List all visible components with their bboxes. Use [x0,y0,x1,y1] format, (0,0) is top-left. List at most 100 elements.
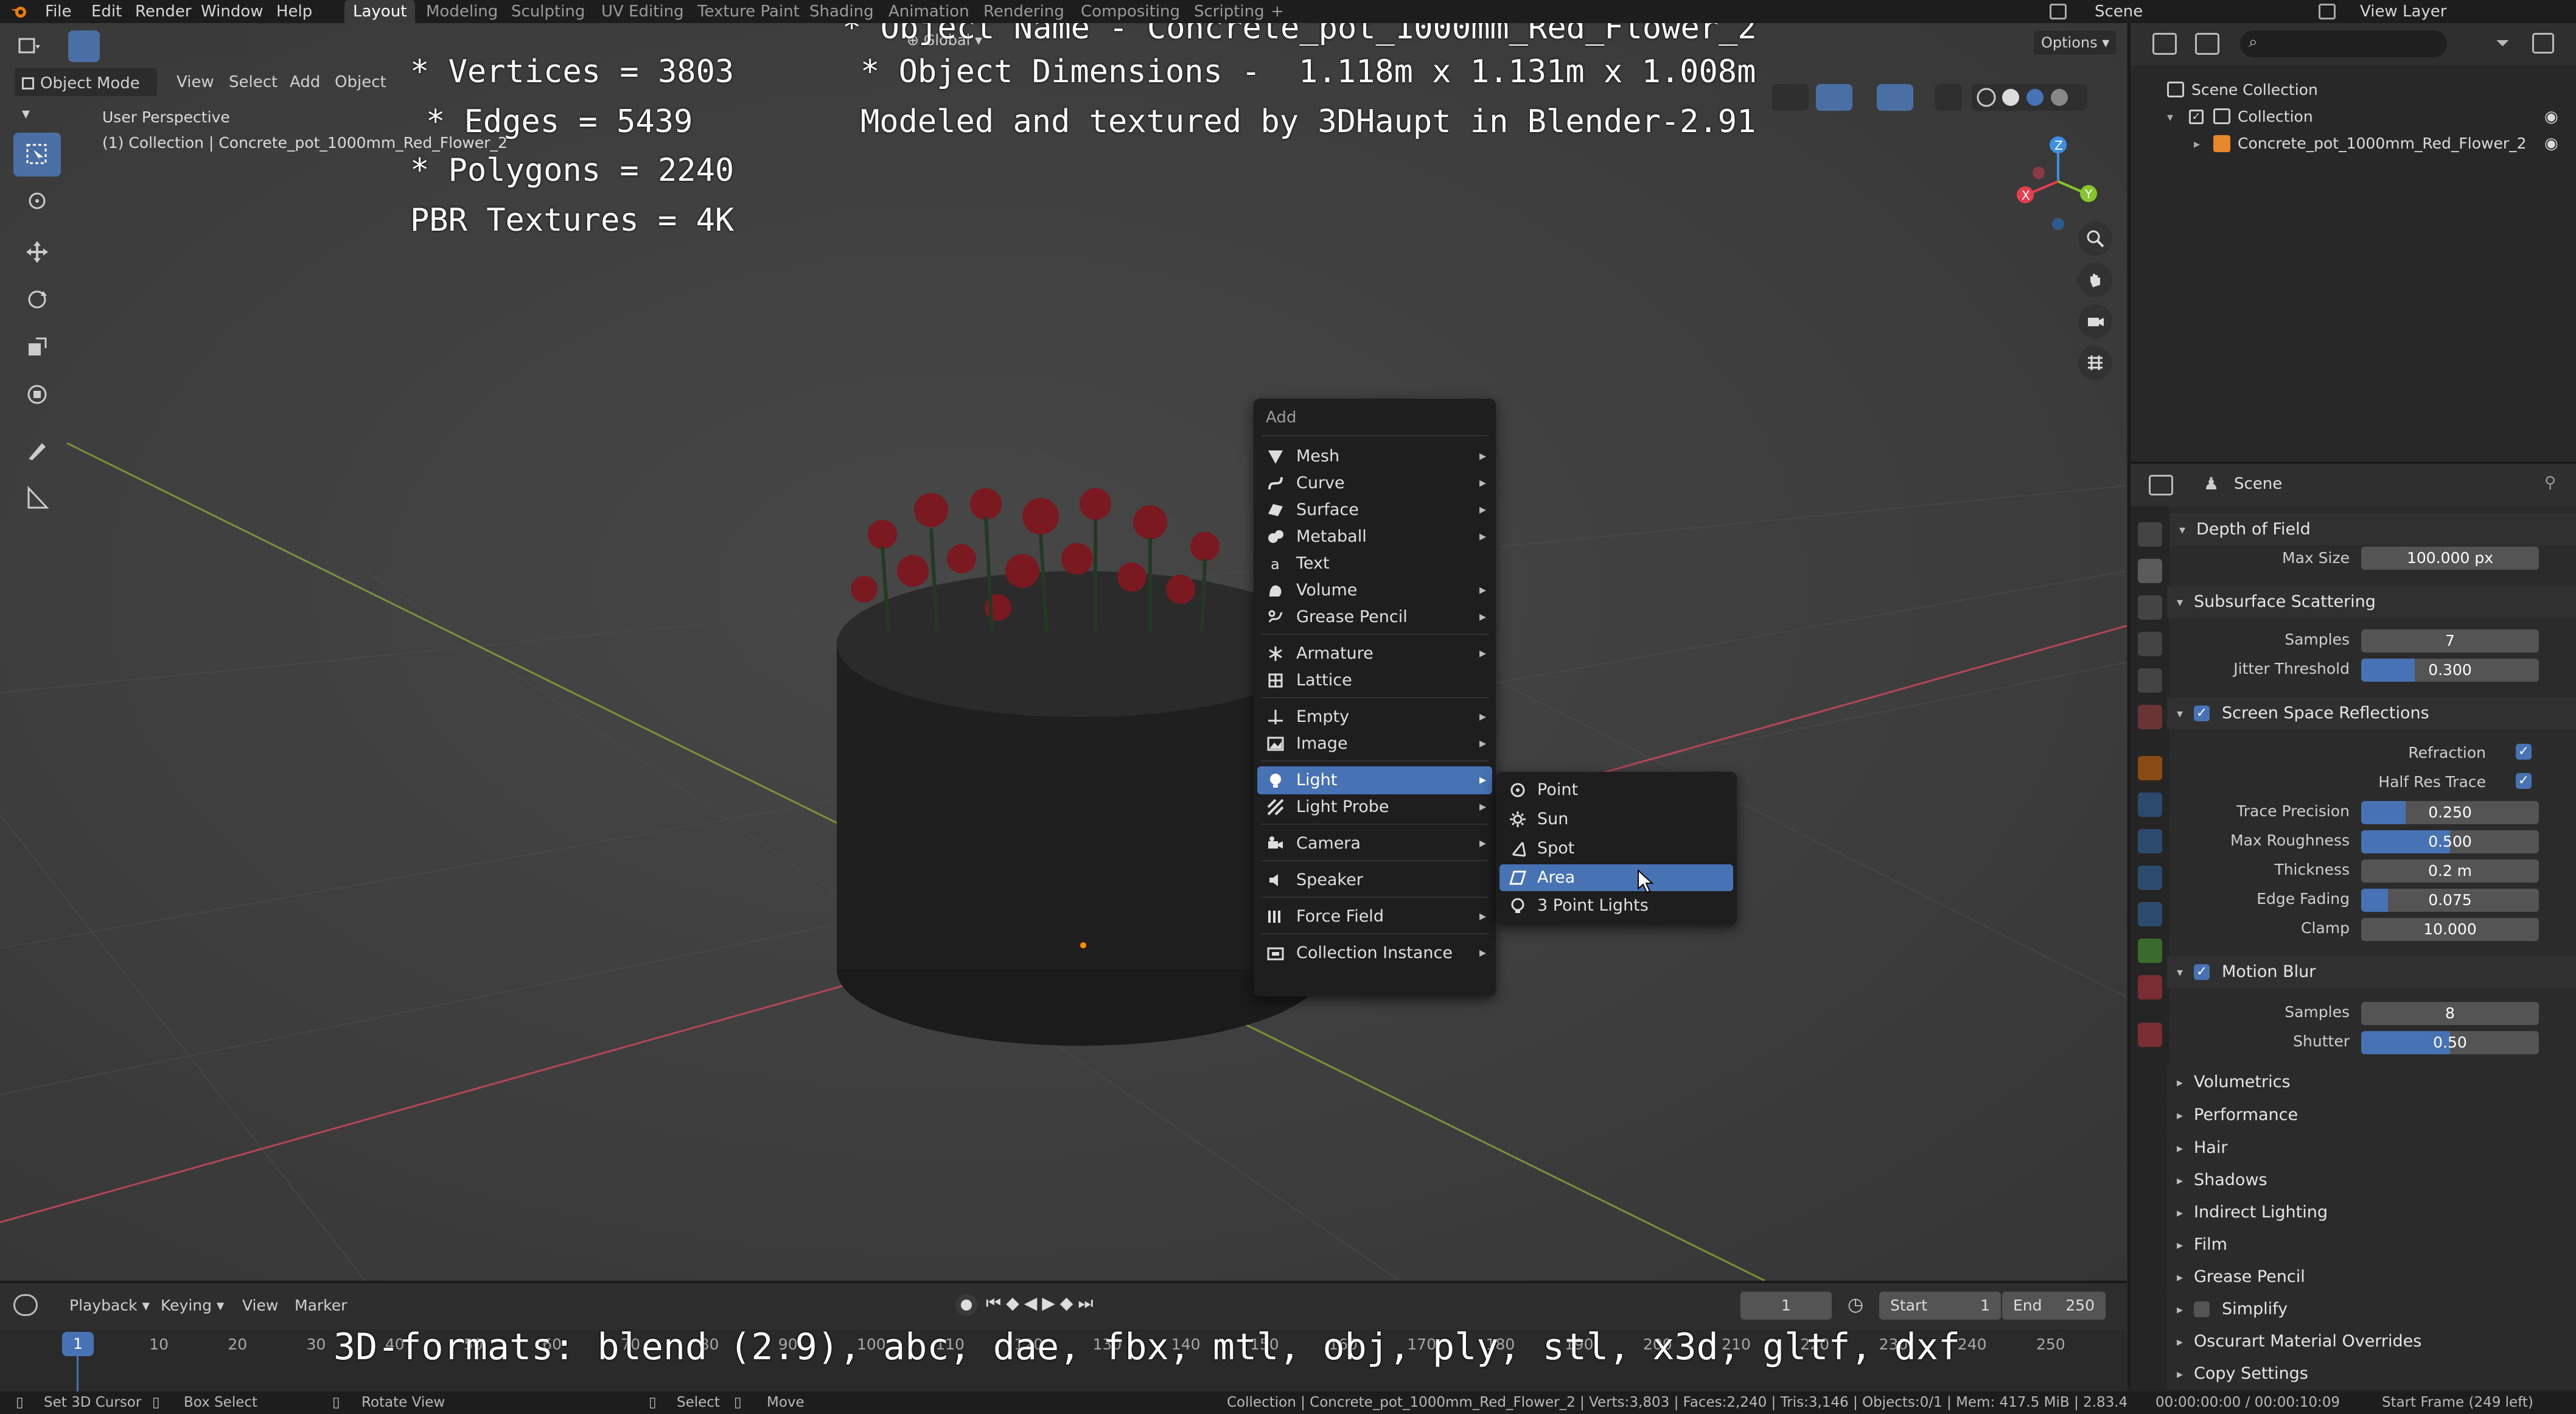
properties-editor-type-icon[interactable] [2149,475,2173,495]
tab-scripting[interactable]: Scripting [1185,0,1273,23]
view-menu[interactable]: View [169,67,222,97]
object-tab-icon[interactable] [2138,756,2162,780]
menu-item-force-field[interactable]: Force Field ▸ [1257,903,1492,931]
gizmo-toggle-icon[interactable] [1816,84,1852,111]
material-tab-icon[interactable] [2138,975,2162,999]
marker-menu[interactable]: Marker [295,1297,347,1314]
menu-help[interactable]: Help [276,0,312,23]
view-layer-tab-icon[interactable] [2138,632,2162,656]
menu-file[interactable]: File [45,0,72,23]
pin-icon[interactable]: ⚲ [2544,474,2556,492]
outliner-row-collection[interactable]: ▾ ✓ Collection ◉ [2131,103,2576,130]
overlay-toggle-icon[interactable] [1877,84,1913,111]
mode-dropdown[interactable]: Object Mode ▾ [13,67,158,123]
display-mode-icon[interactable] [2195,33,2219,55]
transform-tool-icon[interactable] [13,373,61,416]
outliner-editor-type-icon[interactable] [2152,33,2177,55]
panel-copy-settings[interactable]: ▸ Copy Settings [2167,1358,2576,1390]
submenu-item-spot[interactable]: Spot [1499,835,1733,862]
menu-item-lattice[interactable]: Lattice [1257,667,1492,695]
simplify-checkbox[interactable] [2194,1301,2210,1317]
add-menu-button[interactable]: Add [282,67,327,97]
jitter-threshold-slider[interactable]: 0.300 [2361,659,2539,682]
add-workspace-icon[interactable]: + [1271,0,1284,23]
menu-item-speaker[interactable]: Speaker [1257,866,1492,894]
refraction-checkbox[interactable]: ✓ [2516,744,2532,760]
panel-simplify[interactable]: ▸ Simplify [2167,1293,2576,1325]
options-dropdown[interactable]: Options ▾ [2033,29,2118,56]
cursor-tool-icon[interactable] [13,179,61,223]
tab-sculpting[interactable]: Sculpting [503,0,593,23]
menu-item-light[interactable]: Light ▸ [1257,766,1492,794]
expand-arrow-icon[interactable]: ▸ [2194,130,2200,157]
tab-texture-paint[interactable]: Texture Paint [689,0,808,23]
tab-layout[interactable]: Layout [344,0,416,23]
menu-item-collection-instance[interactable]: Collection Instance ▸ [1257,939,1492,967]
playhead[interactable]: 1 [62,1332,94,1356]
clamp-field[interactable]: 10.000 [2361,918,2539,941]
panel-performance[interactable]: ▸ Performance [2167,1099,2576,1131]
clock-icon[interactable]: ◷ [1848,1294,1863,1315]
tab-uv-editing[interactable]: UV Editing [593,0,693,23]
start-frame-field[interactable]: Start 1 [1879,1292,2001,1320]
playback-menu[interactable]: Playback ▾ [69,1297,150,1314]
collection-checkbox[interactable]: ✓ [2189,110,2204,124]
measure-tool-icon[interactable] [13,476,61,520]
menu-item-armature[interactable]: Armature ▸ [1257,640,1492,668]
ssr-enable-checkbox[interactable]: ✓ [2194,705,2210,721]
submenu-item-point[interactable]: Point [1499,777,1733,803]
keying-menu[interactable]: Keying ▾ [161,1297,224,1314]
max-roughness-slider[interactable]: 0.500 [2361,830,2539,853]
navigation-gizmo[interactable]: Z Y X [2008,131,2100,235]
timeline-editor-type-icon[interactable] [13,1294,38,1316]
outliner-row-object[interactable]: ▸ Concrete_pot_1000mm_Red_Flower_2 ◉ [2131,130,2576,157]
shading-mode-icons[interactable] [1972,84,2087,111]
menu-item-surface[interactable]: Surface ▸ [1257,496,1492,524]
zoom-icon[interactable] [2078,222,2112,256]
outliner-row-scene-collection[interactable]: Scene Collection [2131,77,2576,103]
tool-tab-icon[interactable] [2138,522,2162,547]
tab-compositing[interactable]: Compositing [1072,0,1189,23]
thickness-field[interactable]: 0.2 m [2361,859,2539,883]
menu-item-light-probe[interactable]: Light Probe ▸ [1257,793,1492,821]
menu-item-empty[interactable]: Empty ▸ [1257,703,1492,731]
menu-item-grease-pencil[interactable]: Grease Pencil ▸ [1257,603,1492,631]
playback-controls-icons[interactable]: ⏮◆◀▶◆⏭ [986,1293,1098,1314]
texture-tab-icon[interactable] [2138,1023,2162,1047]
menu-item-mesh[interactable]: Mesh ▸ [1257,443,1492,471]
panel-depth-of-field[interactable]: ▾ Depth of Field [2169,514,2576,545]
scene-selector-icon[interactable] [2050,4,2067,19]
select-menu[interactable]: Select [222,67,285,97]
half-res-trace-checkbox[interactable]: ✓ [2516,773,2532,789]
select-tool-icon[interactable] [68,30,100,62]
submenu-item-area[interactable]: Area [1499,864,1733,891]
tab-shading[interactable]: Shading [801,0,882,23]
menu-edit[interactable]: Edit [91,0,122,23]
outliner-search-input[interactable]: ⌕ [2240,30,2447,57]
selection-mode-icons[interactable] [117,30,251,62]
camera-view-icon[interactable] [2078,304,2112,338]
shutter-slider[interactable]: 0.50 [2361,1031,2539,1054]
submenu-item-3-point-lights[interactable]: 3 Point Lights [1499,892,1733,919]
panel-film[interactable]: ▸ Film [2167,1229,2576,1261]
move-tool-icon[interactable] [13,230,61,274]
visibility-icon[interactable] [1772,84,1809,111]
render-tab-icon[interactable] [2138,559,2162,583]
panel-subsurface-scattering[interactable]: ▾ Subsurface Scattering [2167,586,2576,618]
eye-icon[interactable]: ◉ [2544,130,2558,157]
motion-blur-samples-field[interactable]: 8 [2361,1002,2539,1025]
panel-shadows[interactable]: ▸ Shadows [2167,1164,2576,1196]
expand-arrow-icon[interactable]: ▾ [2167,103,2173,130]
menu-item-metaball[interactable]: Metaball ▸ [1257,523,1492,551]
panel-grease-pencil[interactable]: ▸ Grease Pencil [2167,1261,2576,1293]
tab-animation[interactable]: Animation [880,0,978,23]
scene-name[interactable]: Scene [2095,0,2143,23]
timeline-view-menu[interactable]: View [242,1297,278,1314]
view-layer-name[interactable]: View Layer [2360,0,2446,23]
output-tab-icon[interactable] [2138,595,2162,620]
panel-hair[interactable]: ▸ Hair [2167,1132,2576,1164]
panel-volumetrics[interactable]: ▸ Volumetrics [2167,1066,2576,1098]
end-frame-field[interactable]: End 250 [2002,1292,2106,1320]
3d-viewport[interactable]: Object Mode ▾ View Select Add Object ⊕ G… [0,23,2127,1281]
current-frame-field[interactable]: 1 [1740,1292,1832,1320]
